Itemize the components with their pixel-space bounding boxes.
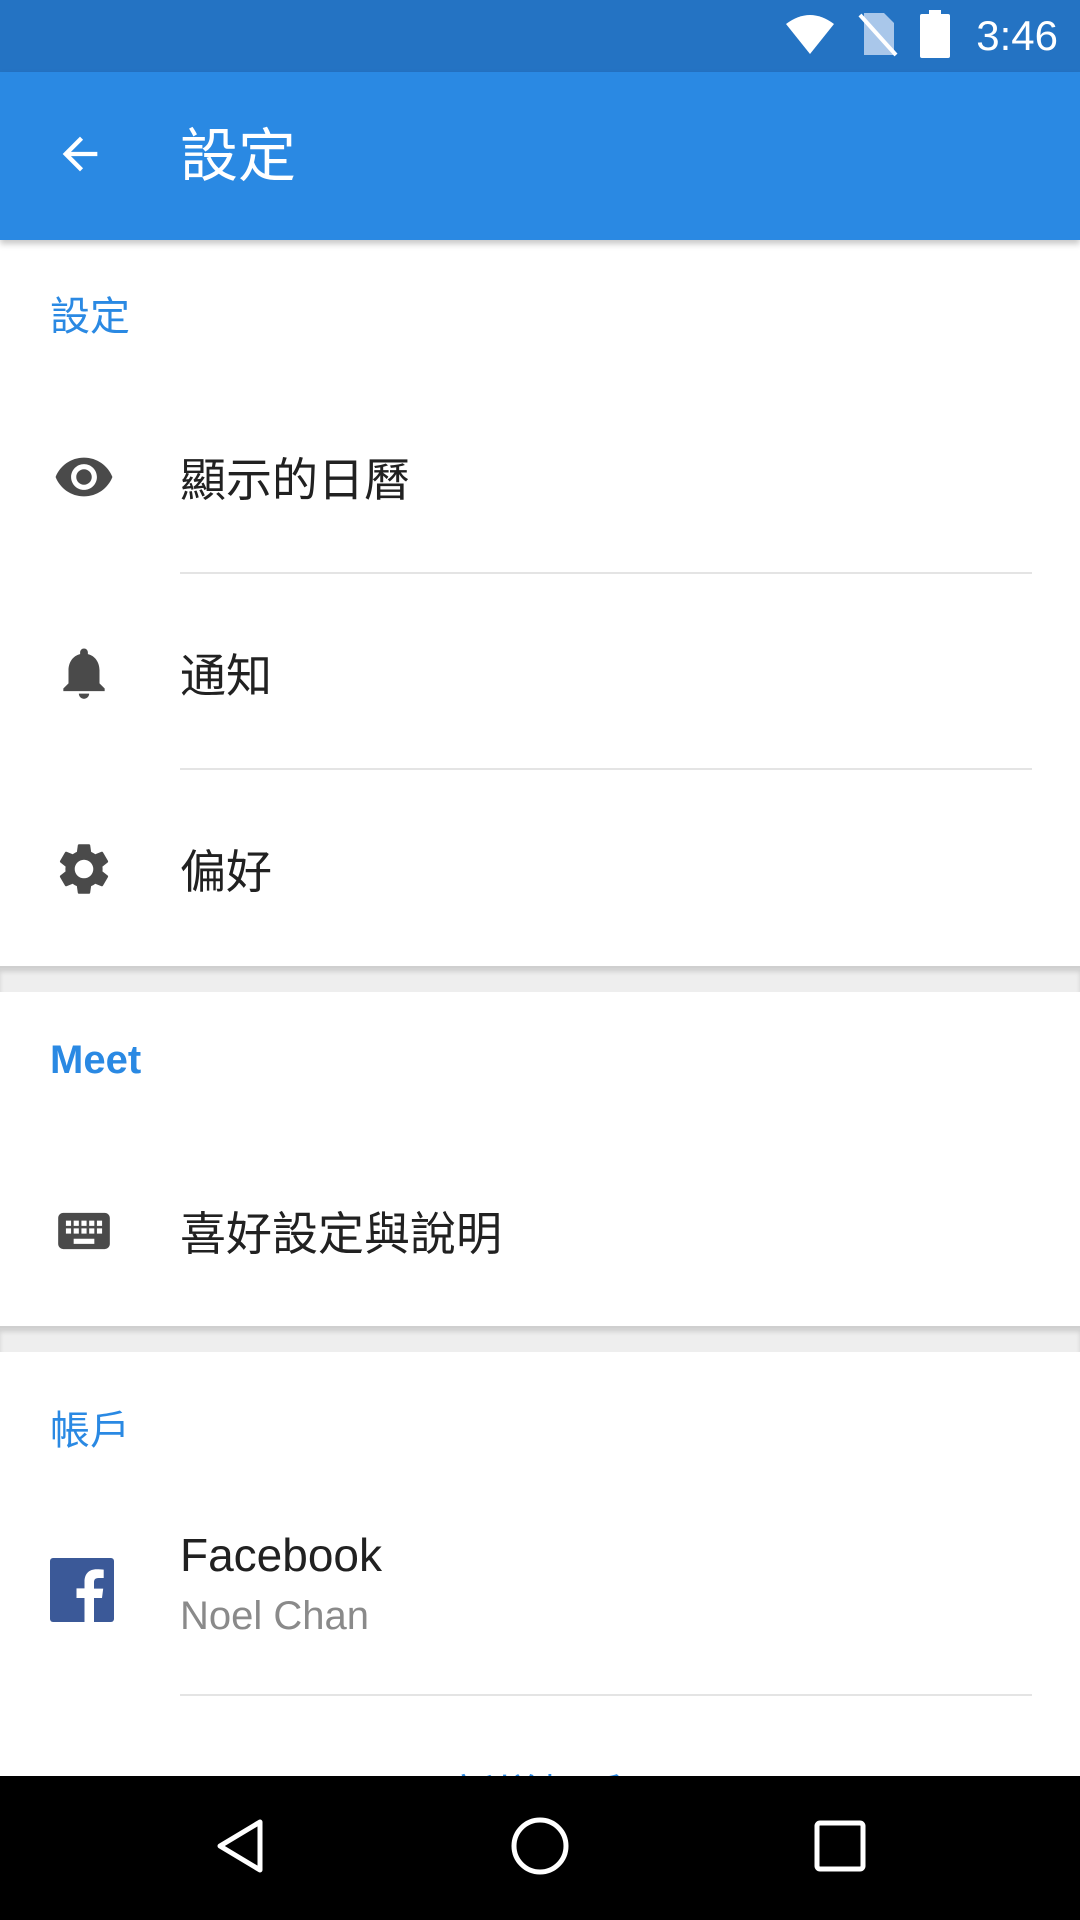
section-header-settings: 設定 bbox=[50, 295, 130, 339]
gear-icon bbox=[50, 835, 118, 903]
recents-nav-icon bbox=[812, 1818, 868, 1878]
battery-icon bbox=[920, 10, 951, 62]
section-header-meet: Meet bbox=[50, 1038, 142, 1082]
section-divider bbox=[0, 966, 1080, 992]
account-user: Noel Chan bbox=[180, 1594, 370, 1638]
eye-icon bbox=[50, 443, 118, 511]
add-account-button[interactable]: 新增帳戶 bbox=[0, 1760, 1080, 1776]
facebook-icon bbox=[50, 1558, 114, 1622]
divider bbox=[180, 768, 1032, 770]
system-nav-bar bbox=[0, 1776, 1080, 1920]
home-nav-icon bbox=[509, 1815, 571, 1881]
keyboard-icon bbox=[50, 1197, 118, 1265]
status-icons: 3:46 bbox=[784, 0, 1058, 72]
row-account-facebook[interactable]: Facebook Noel Chan bbox=[0, 1490, 1080, 1696]
row-label: 通知 bbox=[180, 650, 272, 702]
divider bbox=[180, 572, 1032, 574]
row-visible-calendars[interactable]: 顯示的日曆 bbox=[0, 380, 1080, 574]
recents-nav-button[interactable] bbox=[800, 1808, 880, 1888]
row-label: 喜好設定與說明 bbox=[180, 1208, 502, 1260]
row-preferences[interactable]: 偏好 bbox=[0, 772, 1080, 966]
row-meet-preferences[interactable]: 喜好設定與說明 bbox=[0, 1134, 1080, 1328]
settings-list[interactable]: 設定 顯示的日曆 通知 偏好 Meet 喜好設定與說明 帳戶 Facebook bbox=[0, 240, 1080, 1776]
bell-icon bbox=[50, 639, 118, 707]
row-label: 顯示的日曆 bbox=[180, 454, 410, 506]
section-divider bbox=[0, 1326, 1080, 1352]
account-name: Facebook bbox=[180, 1529, 383, 1581]
row-label: 偏好 bbox=[180, 846, 272, 898]
section-header-accounts: 帳戶 bbox=[50, 1409, 130, 1453]
divider bbox=[180, 1694, 1032, 1696]
back-nav-button[interactable] bbox=[200, 1808, 280, 1888]
wifi-icon bbox=[784, 12, 836, 60]
app-bar: 設定 bbox=[0, 72, 1080, 240]
page-title: 設定 bbox=[180, 122, 297, 190]
back-nav-icon bbox=[210, 1816, 270, 1880]
back-button[interactable] bbox=[48, 124, 112, 188]
no-sim-icon bbox=[858, 11, 898, 61]
row-notifications[interactable]: 通知 bbox=[0, 576, 1080, 770]
status-bar: 3:46 bbox=[0, 0, 1080, 72]
status-clock: 3:46 bbox=[976, 12, 1058, 59]
home-nav-button[interactable] bbox=[500, 1808, 580, 1888]
arrow-back-icon bbox=[54, 128, 106, 184]
